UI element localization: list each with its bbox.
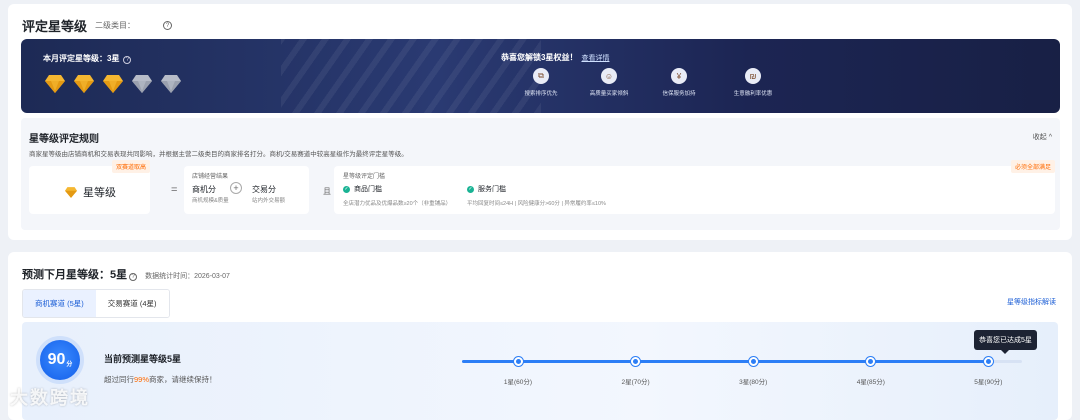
opportunity-score: 商机分 xyxy=(192,185,216,194)
current-prediction-title: 当前预测星等级5星 xyxy=(104,354,182,364)
diamond-filled-icon xyxy=(45,75,65,93)
benefit-item: ₪ 生意融利率优惠 xyxy=(723,68,783,97)
milestone-node xyxy=(983,357,993,366)
unlock-headline: 恭喜您解锁3星权益！ 查看详情 xyxy=(501,53,610,62)
diamond-filled-icon xyxy=(74,75,94,93)
search-rank-icon: ⧉ xyxy=(533,68,549,84)
equals-sign: = xyxy=(171,184,178,196)
milestone-label: 2星(70分) xyxy=(621,379,650,386)
prediction-card: 预测下月星等级：5星? 数据统计时间：2026-03-07 商机赛道 (5星) … xyxy=(8,252,1072,420)
page-title: 评定星等级 xyxy=(22,19,88,34)
prediction-header: 预测下月星等级：5星? 数据统计时间：2026-03-07 xyxy=(22,266,230,282)
level-banner: 本月评定星等级：3星? 恭喜您解锁3星权益！ 查看详情 ⧉ 搜索排序优先 ☺ 高质… xyxy=(21,39,1060,113)
star-rating xyxy=(45,75,181,93)
milestone-node xyxy=(866,357,876,366)
benefit-label: 高质量买家倾斜 xyxy=(589,91,629,97)
service-threshold: ✓ 服务门槛 平均回复时间≤24H | 风险健康分>60分 | 异常履约率≤10% xyxy=(467,185,606,207)
plus-icon: + xyxy=(230,182,242,194)
prediction-panel: 90 分 当前预测星等级5星 超过同行99%商家，请继续保持！ 1星(60分) 2… xyxy=(22,322,1058,420)
category-label: 二级类目： xyxy=(95,21,136,30)
achievement-tooltip: 恭喜您已达成5星 xyxy=(974,330,1037,354)
and-sign: 且 xyxy=(323,187,331,196)
level-progress-bar: 1星(60分) 2星(70分) 3星(80分) 4星(85分) 5星(90分) xyxy=(462,357,1022,386)
finance-icon: ₪ xyxy=(745,68,761,84)
must-meet-tag: 必须全部满足 xyxy=(1010,160,1055,173)
rules-title: 星等级评定规则 xyxy=(29,134,99,145)
help-icon[interactable]: ? xyxy=(163,21,173,30)
dual-track-tag: 双赛道取高 xyxy=(111,160,150,173)
milestone-label: 1星(60分) xyxy=(503,379,533,386)
shop-result-title: 店铺经营结果 xyxy=(192,174,229,180)
stat-date: 数据统计时间：2026-03-07 xyxy=(145,273,230,280)
threshold-box: 必须全部满足 星等级评定门槛 ✓ 商品门槛 全店潜力优品及优爆品数≥20个（非重铺… xyxy=(334,160,1055,214)
trade-score-desc: 站内外交易额 xyxy=(252,198,286,204)
help-icon[interactable]: ? xyxy=(129,273,138,281)
star-level-card: 评定星等级 二级类目： ? 本月评定星等级：3星? 恭喜您解锁3星权益！ 查看详情… xyxy=(8,4,1072,240)
prediction-title: 预测下月星等级：5星? xyxy=(22,266,138,282)
current-level-label: 本月评定星等级：3星? xyxy=(43,53,132,64)
rules-panel: 星等级评定规则 收起 ^ 商家星等级由店铺商机和交易表现共同影响，并根据主营二级… xyxy=(21,118,1060,230)
benefit-item: ☺ 高质量买家倾斜 xyxy=(579,68,639,97)
milestone-label: 5星(90分) xyxy=(974,379,1003,386)
indicator-interpretation-link[interactable]: 星等级指标解读 xyxy=(1007,297,1056,307)
goods-threshold: ✓ 商品门槛 全店潜力优品及优爆品数≥20个（非重铺品） xyxy=(343,185,452,207)
help-icon[interactable]: ? xyxy=(123,56,132,64)
score-unit: 分 xyxy=(66,361,73,368)
milestone-node xyxy=(748,357,758,366)
benefit-item: ¥ 信保服务加持 xyxy=(649,68,709,97)
diamond-empty-icon xyxy=(132,75,152,93)
buyer-icon: ☺ xyxy=(601,68,617,84)
watermark: 大数跨境 xyxy=(10,388,90,408)
banner-decoration xyxy=(281,39,541,113)
percentile-value: 99% xyxy=(134,375,150,384)
check-icon: ✓ xyxy=(467,185,474,193)
trade-score: 交易分 xyxy=(252,185,276,194)
view-details-link[interactable]: 查看详情 xyxy=(581,55,609,62)
diamond-icon xyxy=(65,186,77,198)
score-value: 90 xyxy=(47,351,66,368)
shield-icon: ¥ xyxy=(671,68,687,84)
shop-result-box: 店铺经营结果 商机分 商机规模&质量 + 交易分 站内外交易额 xyxy=(184,166,309,214)
star-level-box: 双赛道取高 星等级 xyxy=(29,160,150,214)
opportunity-score-desc: 商机规模&质量 xyxy=(192,198,229,204)
threshold-title: 星等级评定门槛 xyxy=(343,174,386,180)
benefit-label: 信保服务加持 xyxy=(662,91,696,97)
tab-opportunity[interactable]: 商机赛道 (5星) xyxy=(23,290,96,317)
benefit-label: 搜索排序优先 xyxy=(524,91,558,97)
track-tabs: 商机赛道 (5星) 交易赛道 (4星) xyxy=(22,289,170,318)
star-level-name: 星等级 xyxy=(83,187,116,199)
card-header: 评定星等级 二级类目： ? xyxy=(22,16,173,35)
progress-fill xyxy=(462,360,989,363)
diamond-empty-icon xyxy=(161,75,181,93)
tab-trade[interactable]: 交易赛道 (4星) xyxy=(95,290,169,317)
collapse-button[interactable]: 收起 ^ xyxy=(1033,132,1052,142)
milestone-node xyxy=(631,357,641,366)
current-prediction-desc: 超过同行99%商家，请继续保持！ xyxy=(104,375,217,384)
diamond-filled-icon xyxy=(103,75,123,93)
milestone-label: 3星(80分) xyxy=(739,379,768,386)
rules-description: 商家星等级由店铺商机和交易表现共同影响，并根据主营二级类目的商家排名打分。商机/… xyxy=(29,151,408,158)
check-icon: ✓ xyxy=(343,185,350,193)
benefit-item: ⧉ 搜索排序优先 xyxy=(511,68,571,97)
milestone-node xyxy=(513,357,523,366)
score-badge: 90 分 xyxy=(36,336,84,384)
milestone-label: 4星(85分) xyxy=(856,379,885,386)
benefit-label: 生意融利率优惠 xyxy=(733,91,773,97)
